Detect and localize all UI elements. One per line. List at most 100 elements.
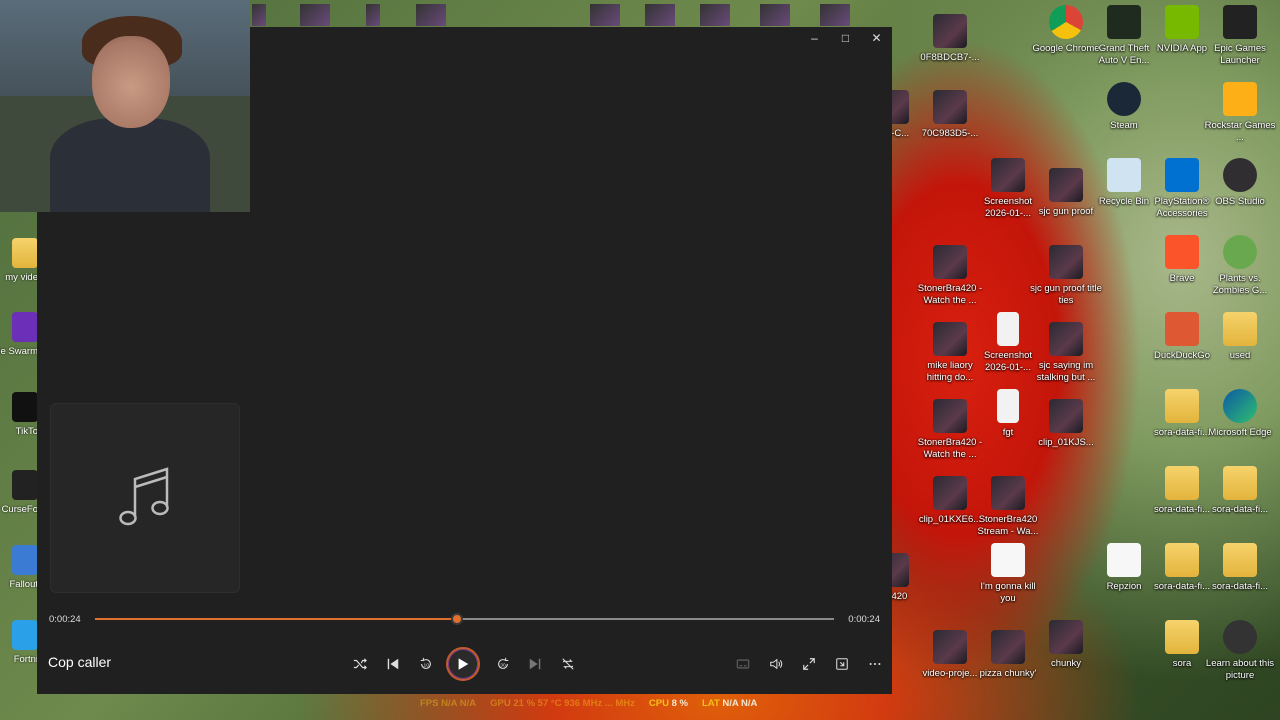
gta-icon — [1107, 5, 1141, 39]
plants-vs-zombies-icon — [1223, 235, 1257, 269]
folder-icon — [1223, 543, 1257, 577]
maximize-button[interactable]: □ — [830, 27, 861, 49]
desktop-icon-label: Learn about this picture — [1205, 658, 1275, 681]
more-options-button[interactable] — [863, 652, 887, 676]
desktop-icon[interactable]: Learn about this picture — [1203, 620, 1277, 682]
shuffle-icon — [353, 658, 367, 670]
desktop-icon-label: sjc gun proof title ties — [1030, 283, 1102, 306]
desktop-icon[interactable]: Steam — [1087, 82, 1161, 132]
shuffle-button[interactable] — [348, 652, 372, 676]
desktop-icon-fallout[interactable]: Fallout — [0, 545, 38, 590]
desktop-icon-label: OBS Studio — [1215, 196, 1265, 207]
seek-bar[interactable] — [95, 613, 834, 625]
captions-button[interactable] — [731, 652, 755, 676]
song-title: Cop caller — [48, 654, 112, 670]
video-thumbnail-icon — [1049, 620, 1083, 654]
video-thumbnail-icon — [1049, 245, 1083, 279]
desktop-icon-label: sjc gun proof — [1038, 206, 1094, 217]
album-art-placeholder — [50, 403, 240, 593]
desktop-icon-label: sora-data-fi... — [1154, 581, 1210, 592]
desktop-icon-label: sora-data-fi... — [1212, 581, 1268, 592]
svg-text:10: 10 — [424, 663, 430, 669]
desktop-icon-label: Steam — [1110, 120, 1138, 131]
desktop-icon-label: sjc saying im stalking but ... — [1036, 360, 1096, 383]
turtle-beach-icon — [12, 312, 38, 342]
desktop-icon-fortnite[interactable]: Fortni — [0, 620, 38, 665]
desktop-icon-label: StonerBra420 - Watch the ... — [917, 283, 983, 306]
more-icon — [869, 662, 881, 666]
fullscreen-button[interactable] — [797, 652, 821, 676]
rewind-10-button[interactable]: 10 — [414, 652, 438, 676]
desktop-icon[interactable]: chunky — [1029, 620, 1103, 670]
desktop-icon-label: used — [1229, 350, 1251, 361]
svg-text:30: 30 — [500, 663, 506, 669]
chrome-icon — [1049, 5, 1083, 39]
desktop-icon-curseforge[interactable]: CurseFo — [0, 470, 38, 515]
webcam-overlay — [0, 0, 250, 212]
play-button[interactable] — [446, 647, 480, 681]
desktop-icon[interactable]: Epic Games Launcher — [1203, 5, 1277, 67]
playstation-icon — [1165, 158, 1199, 192]
previous-button[interactable] — [381, 652, 405, 676]
document-icon — [997, 312, 1019, 346]
desktop-icon[interactable]: Plants vs. Zombies G... — [1203, 235, 1277, 297]
fullscreen-icon — [803, 658, 815, 670]
video-thumbnail-icon — [991, 158, 1025, 192]
desktop-icon-label: sora — [1172, 658, 1192, 669]
desktop-icon-my-videos[interactable]: my vide — [0, 238, 38, 283]
forward-30-button[interactable]: 30 — [491, 652, 515, 676]
fps-value: N/A N/A — [441, 698, 477, 709]
video-thumbnail-icon — [991, 476, 1025, 510]
desktop-icon-label: sora-data-fi... — [1154, 427, 1210, 438]
desktop-icon[interactable]: Rockstar Games ... — [1203, 82, 1277, 144]
desktop-icon[interactable]: sora-data-fi... — [1203, 466, 1277, 516]
video-thumbnail-icon — [991, 630, 1025, 664]
folder-icon — [1223, 312, 1257, 346]
desktop-icon[interactable]: OBS Studio — [1203, 158, 1277, 208]
seek-progress — [95, 618, 458, 620]
desktop-icon-label: sora-data-fi... — [1212, 504, 1268, 515]
desktop-icon-label: NVIDIA App — [1156, 43, 1208, 54]
time-total: 0:00:24 — [848, 614, 880, 625]
latency-label: LAT — [702, 698, 720, 709]
desktop-icon[interactable]: Microsoft Edge — [1203, 389, 1277, 439]
gpu-label: GPU — [490, 698, 511, 709]
minimize-button[interactable]: – — [799, 27, 830, 49]
desktop-icon[interactable]: I'm gonna kill you — [971, 543, 1045, 605]
desktop-icon[interactable]: clip_01KJS... — [1029, 399, 1103, 449]
desktop-icon-label: sora-data-fi... — [1154, 504, 1210, 515]
brave-icon — [1165, 235, 1199, 269]
latency-value: N/A N/A — [722, 698, 758, 709]
cpu-label: CPU — [648, 698, 669, 709]
seek-thumb[interactable] — [451, 613, 464, 625]
desktop-icon-label: I'm gonna kill you — [980, 581, 1036, 604]
fallout-icon — [12, 545, 38, 575]
desktop-icon-tiktok[interactable]: TikTo — [0, 392, 38, 437]
next-button[interactable] — [523, 652, 547, 676]
video-thumbnail-icon — [1049, 168, 1083, 202]
volume-icon — [770, 658, 783, 670]
desktop-icon[interactable]: sora-data-fi... — [1203, 543, 1277, 593]
desktop-icon-turtle-beach[interactable]: Turtle Be Swarm — [0, 312, 38, 357]
close-button[interactable]: ✕ — [861, 27, 892, 49]
desktop-icon[interactable]: sjc gun proof title ties — [1029, 245, 1103, 307]
duckduckgo-icon — [1165, 312, 1199, 346]
gpu-value: 21 % 57 °C 936 MHz ... MHz — [513, 698, 635, 709]
desktop-icon-label: Brave — [1169, 273, 1195, 284]
video-thumbnail-icon — [933, 476, 967, 510]
desktop-icon[interactable]: StonerBra420 - Watch the ... — [913, 245, 987, 307]
miniplayer-button[interactable] — [830, 652, 854, 676]
repeat-button[interactable] — [556, 652, 580, 676]
volume-button[interactable] — [764, 652, 788, 676]
curseforge-icon — [12, 470, 38, 500]
desktop-thumbnail — [300, 4, 330, 26]
desktop-icon-label: DuckDuckGo — [1154, 350, 1210, 361]
folder-icon — [1165, 466, 1199, 500]
desktop-thumbnail — [416, 4, 446, 26]
rockstar-icon — [1223, 82, 1257, 116]
desktop-icon[interactable]: 0F8BDCB7-... — [913, 14, 987, 64]
desktop-icon[interactable]: used — [1203, 312, 1277, 362]
desktop-icon-label: 0F8BDCB7-... — [920, 52, 980, 63]
desktop-icon[interactable]: sjc saying im stalking but ... — [1029, 322, 1103, 384]
desktop-icon[interactable]: StonerBra420 Stream - Wa... — [971, 476, 1045, 538]
